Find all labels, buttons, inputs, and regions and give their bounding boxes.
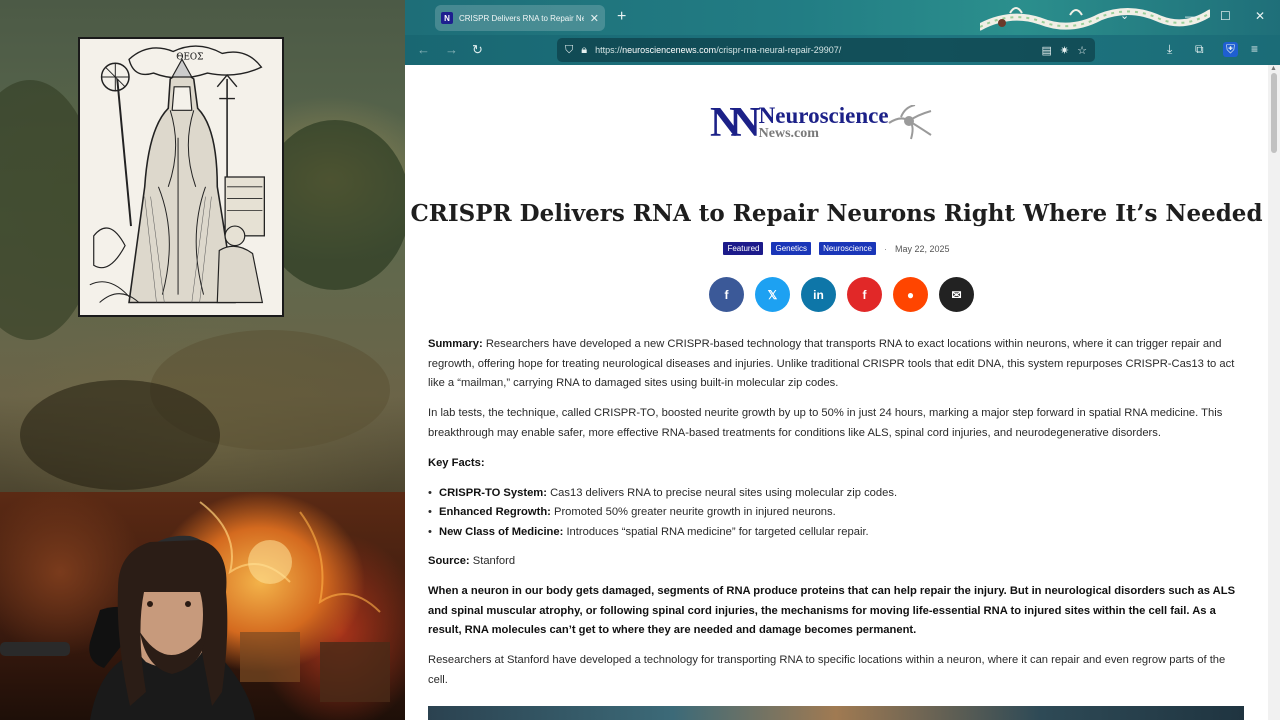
bookmark-star-icon[interactable]: ☆ xyxy=(1077,44,1087,57)
downloads-icon[interactable]: ⤓ xyxy=(1167,42,1172,57)
lead-paragraph: When a neuron in our body gets damaged, … xyxy=(428,582,1246,641)
logo-mark: NN xyxy=(710,99,761,146)
stream-background: ΘΕΟΣ xyxy=(0,0,405,720)
tag-featured[interactable]: Featured xyxy=(723,242,764,255)
maximize-icon[interactable]: ☐ xyxy=(1220,9,1231,23)
fact-label: CRISPR-TO System: xyxy=(439,486,547,499)
new-tab-plus-icon[interactable]: + xyxy=(617,8,626,26)
forward-arrow-icon[interactable]: → xyxy=(445,40,458,60)
close-window-icon[interactable]: ✕ xyxy=(1255,9,1265,23)
summary-text: Researchers have developed a new CRISPR-… xyxy=(428,338,1235,389)
key-facts-list: CRISPR-TO System: Cas13 delivers RNA to … xyxy=(428,484,1246,543)
lead-text: When a neuron in our body gets damaged, … xyxy=(428,585,1236,636)
tab-close-icon[interactable]: ✕ xyxy=(590,12,599,25)
web-page: NN Neuroscience News.com CRISPR Delivers… xyxy=(405,65,1268,720)
list-item: Enhanced Regrowth: Promoted 50% greater … xyxy=(428,503,1246,523)
flipboard-share-icon[interactable]: f xyxy=(847,277,882,312)
list-item: CRISPR-TO System: Cas13 delivers RNA to … xyxy=(428,484,1246,504)
meta-separator: · xyxy=(883,243,887,254)
article-headline: CRISPR Delivers RNA to Repair Neurons Ri… xyxy=(410,200,1263,227)
tab-active[interactable]: N CRISPR Delivers RNA to Repair Neurons … xyxy=(435,5,605,31)
navigation-bar: ← → ↻ ⛉ 🔒︎ https://neurosciencenews.com/… xyxy=(405,35,1280,65)
fact-text: Introduces “spatial RNA medicine” for ta… xyxy=(563,525,869,538)
neuron-logo-icon xyxy=(887,104,932,139)
list-item: New Class of Medicine: Introduces “spati… xyxy=(428,523,1246,543)
lock-icon[interactable]: 🔒︎ xyxy=(581,44,587,57)
permissions-icon[interactable]: ✷ xyxy=(1060,44,1069,57)
logo-line-1: Neuroscience xyxy=(758,102,889,128)
reader-view-icon[interactable]: ▤ xyxy=(1042,44,1052,57)
engraving-caption: ΘΕΟΣ xyxy=(176,52,203,62)
article-date: May 22, 2025 xyxy=(894,243,950,254)
paragraph-3: Researchers at Stanford have developed a… xyxy=(428,654,1226,686)
minimize-icon[interactable]: — xyxy=(1185,9,1197,23)
fact-label: New Class of Medicine: xyxy=(439,525,564,538)
menu-icon[interactable]: ≡ xyxy=(1251,42,1258,56)
facebook-share-icon[interactable]: f xyxy=(709,277,744,312)
tag-neuroscience[interactable]: Neuroscience xyxy=(819,242,876,255)
email-share-icon[interactable]: ✉ xyxy=(939,277,974,312)
linkedin-share-icon[interactable]: in xyxy=(801,277,836,312)
tracking-shield-icon[interactable]: ⛉ xyxy=(565,44,573,57)
summary-paragraph: Summary: Researchers have developed a ne… xyxy=(428,335,1246,394)
url-prefix: https:// xyxy=(595,45,623,55)
address-bar[interactable]: ⛉ 🔒︎ https://neurosciencenews.com/crispr… xyxy=(557,38,1095,62)
fact-text: Promoted 50% greater neurite growth in i… xyxy=(550,506,836,518)
webcam-feed xyxy=(0,492,405,720)
source-label: Source: xyxy=(428,555,470,567)
article-hero-image[interactable] xyxy=(428,706,1244,720)
reddit-share-icon[interactable]: ● xyxy=(893,277,928,312)
url-host: neurosciencenews.com xyxy=(622,45,717,55)
tab-title: CRISPR Delivers RNA to Repair Neurons Ri… xyxy=(459,13,584,23)
back-arrow-icon[interactable]: ← xyxy=(417,40,430,60)
article-body: Summary: Researchers have developed a ne… xyxy=(428,335,1246,701)
scroll-up-icon[interactable]: ▲ xyxy=(1270,65,1277,72)
password-manager-icon[interactable]: ⛨ xyxy=(1223,42,1239,57)
site-favicon-icon: N xyxy=(441,12,453,24)
tab-list-chevron-down-icon[interactable]: ⌄ xyxy=(1120,9,1129,22)
logo-line-2: News.com xyxy=(758,125,819,141)
fact-label: Enhanced Regrowth: xyxy=(439,506,551,518)
hermes-engraving-image: ΘΕΟΣ xyxy=(78,37,284,317)
key-facts-heading: Key Facts: xyxy=(428,454,1246,474)
tab-bar: N CRISPR Delivers RNA to Repair Neurons … xyxy=(405,0,1280,35)
tag-genetics[interactable]: Genetics xyxy=(771,242,812,255)
reload-icon[interactable]: ↻ xyxy=(472,40,483,60)
x-share-icon[interactable]: 𝕏 xyxy=(755,277,790,312)
browser-window: N CRISPR Delivers RNA to Repair Neurons … xyxy=(405,0,1280,720)
page-scrollbar[interactable]: ▲ xyxy=(1268,65,1280,720)
site-logo[interactable]: NN Neuroscience News.com xyxy=(710,100,960,145)
key-facts-label: Key Facts: xyxy=(428,456,485,469)
summary-label: Summary: xyxy=(428,338,483,350)
source-text: Stanford xyxy=(469,555,516,567)
url-text[interactable]: https://neurosciencenews.com/crispr-rna-… xyxy=(595,45,1033,55)
source-line: Source: Stanford xyxy=(428,552,1246,572)
fact-text: Cas13 delivers RNA to precise neural sit… xyxy=(546,486,898,499)
scrollbar-thumb[interactable] xyxy=(1271,73,1277,153)
article-meta: Featured Genetics Neuroscience · May 22,… xyxy=(405,242,1268,255)
paragraph-2: In lab tests, the technique, called CRIS… xyxy=(428,407,1223,439)
share-buttons: f 𝕏 in f ● ✉ xyxy=(405,277,1268,312)
extensions-icon[interactable]: ⧉ xyxy=(1195,42,1204,57)
url-path: /crispr-rna-neural-repair-29907/ xyxy=(716,45,842,55)
